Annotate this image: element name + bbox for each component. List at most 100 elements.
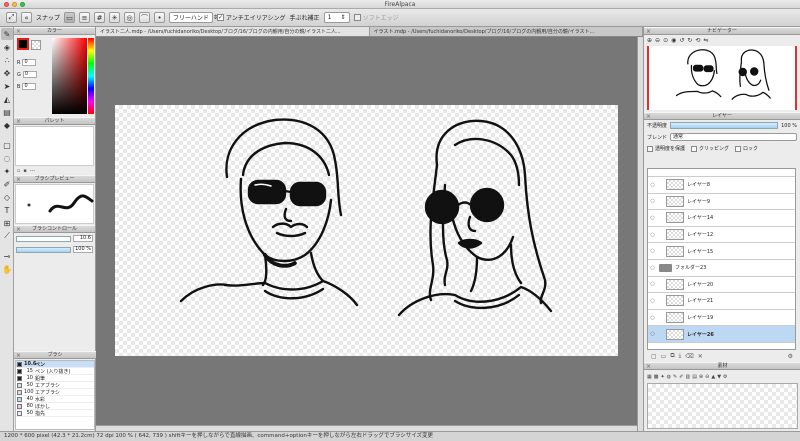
actual-size-icon[interactable]: ◉	[671, 37, 676, 44]
close-icon[interactable]: ×	[646, 113, 651, 120]
material-brush-icon[interactable]: ✎	[673, 374, 677, 380]
add-swatch-icon[interactable]: ▫	[17, 168, 20, 174]
gradient-tool-icon[interactable]: ▤	[1, 106, 13, 118]
r-input[interactable]: 0	[22, 59, 37, 66]
layer-row[interactable]: ○ レイヤー19	[648, 310, 795, 327]
zoom-window-button[interactable]	[20, 2, 25, 7]
material-shape-icon[interactable]: ◍	[667, 374, 671, 380]
visibility-eye-icon[interactable]: ○	[648, 215, 657, 221]
primary-color-swatch[interactable]	[17, 38, 29, 50]
clipping-option[interactable]: クリッピング	[691, 145, 729, 152]
snap-setting-button[interactable]: •	[154, 12, 166, 23]
material-edit-icon[interactable]: ✐	[679, 374, 683, 380]
brush-size-slider[interactable]	[16, 235, 71, 242]
brush-item[interactable]: 100 エアブラシ	[16, 389, 94, 396]
material-add-icon[interactable]: ⊕	[699, 374, 703, 380]
close-icon[interactable]: ×	[16, 226, 21, 233]
delete-swatch-icon[interactable]: ▪	[23, 168, 26, 174]
material-pattern-icon[interactable]: ▩	[654, 374, 659, 380]
close-icon[interactable]: ×	[16, 176, 21, 183]
visibility-eye-icon[interactable]: ○	[648, 281, 657, 287]
material-up-icon[interactable]: ▲	[711, 374, 715, 380]
frame-divide-tool-icon[interactable]: ⊞	[1, 217, 13, 229]
material-texture-icon[interactable]: ▥	[685, 374, 690, 380]
flip-icon[interactable]: ⇋	[703, 37, 708, 44]
layer-row[interactable]: ○ レイヤー21	[648, 293, 795, 310]
material-tone-icon[interactable]: ▦	[647, 374, 652, 380]
text-tool-icon[interactable]: T	[1, 204, 13, 216]
snap-cross-button[interactable]: #	[94, 12, 106, 23]
hue-slider[interactable]	[88, 38, 94, 114]
snap-parallel-button[interactable]: ≡	[79, 12, 91, 23]
layer-row[interactable]: ○ レイヤー12	[648, 227, 795, 244]
visibility-eye-icon[interactable]: ○	[648, 198, 657, 204]
document-tab-2[interactable]: イラスト.mdp - /Users/fuchidanoriko/Desktop/…	[370, 27, 643, 36]
brush-item[interactable]: 80 ぼかし	[16, 403, 94, 410]
secondary-color-swatch[interactable]	[31, 40, 41, 50]
clipping-checkbox[interactable]	[691, 145, 698, 152]
layer-properties-icon[interactable]: ⚙	[788, 353, 793, 360]
saturation-value-picker[interactable]	[52, 38, 87, 114]
visibility-eye-icon[interactable]: ○	[648, 315, 657, 321]
clear-layer-icon[interactable]: ⌫	[685, 353, 693, 360]
close-icon[interactable]: ×	[16, 118, 21, 125]
layer-row[interactable]: ○ レイヤー9	[648, 194, 795, 211]
visibility-eye-icon[interactable]: ○	[648, 331, 657, 337]
duplicate-layer-icon[interactable]: ⧉	[670, 352, 674, 360]
new-folder-icon[interactable]: ▭	[661, 353, 667, 360]
document-tab-1[interactable]: イラスト二人.mdp - /Users/fuchidanoriko/Deskto…	[96, 27, 370, 36]
brush-opacity-slider[interactable]	[16, 246, 71, 253]
select-tool-icon[interactable]: ➤	[1, 80, 13, 92]
antialias-toggle[interactable]: ✓ アンチエイリアシング	[217, 13, 286, 22]
hand-tool-icon[interactable]: ✋	[1, 263, 13, 275]
brush-opacity-value[interactable]: 100 %	[73, 246, 93, 253]
close-icon[interactable]: ×	[646, 28, 651, 35]
pen-tool-icon[interactable]: ✎	[1, 28, 13, 40]
rect-select-tool-icon[interactable]: ▢	[1, 139, 13, 151]
expand-icon[interactable]: ⤢	[6, 12, 17, 23]
dot-tool-icon[interactable]: ∴	[1, 54, 13, 66]
material-remove-icon[interactable]: ⊖	[705, 374, 709, 380]
snap-circle-button[interactable]: ◎	[124, 12, 136, 23]
eyedropper-tool-icon[interactable]: ⊸	[1, 250, 13, 262]
visibility-eye-icon[interactable]: ○	[648, 182, 657, 188]
visibility-eye-icon[interactable]: ○	[648, 248, 657, 254]
brush-item[interactable]: 15 ペン (入り抜き)	[16, 368, 94, 375]
close-window-button[interactable]	[4, 2, 9, 7]
bucket-tool-icon[interactable]: ◆	[1, 119, 13, 131]
soft-edge-checkbox[interactable]	[353, 14, 361, 21]
mode-select[interactable]: フリーハンド ⇕	[169, 12, 218, 23]
visibility-eye-icon[interactable]: ○	[648, 298, 657, 304]
minimize-window-button[interactable]	[12, 2, 17, 7]
move-tool-icon[interactable]: ✥	[1, 67, 13, 79]
brush-tool-icon[interactable]: ⟋	[1, 230, 13, 242]
brush-item[interactable]: 50 指先	[16, 410, 94, 417]
select-eraser-tool-icon[interactable]: ◇	[1, 191, 13, 203]
brush-item[interactable]: 40 水彩	[16, 396, 94, 403]
layer-row[interactable]	[648, 169, 795, 177]
delete-layer-icon[interactable]: ✕	[698, 353, 703, 360]
lasso-tool-icon[interactable]: ◌	[1, 152, 13, 164]
layer-row[interactable]: ○ レイヤー8	[648, 177, 795, 194]
antialias-checkbox[interactable]: ✓	[217, 14, 225, 21]
rotate-left-icon[interactable]: ↺	[679, 37, 684, 44]
material-down-icon[interactable]: ▼	[717, 374, 721, 380]
snap-radial-button[interactable]: ✳	[109, 12, 121, 23]
close-icon[interactable]: ×	[16, 28, 21, 35]
collapse-panels-icon[interactable]: «	[21, 12, 32, 23]
g-input[interactable]: 0	[22, 71, 37, 78]
material-star-icon[interactable]: ✦	[660, 374, 664, 380]
protect-alpha-checkbox[interactable]	[647, 145, 653, 152]
stabilizer-select[interactable]: 1 ⇕	[323, 12, 350, 23]
drawing-canvas[interactable]	[115, 105, 618, 356]
layer-row[interactable]: ○ レイヤー26	[648, 326, 795, 343]
merge-down-icon[interactable]: ⤓	[679, 352, 682, 360]
visibility-eye-icon[interactable]: ○	[648, 232, 657, 238]
navigator-preview[interactable]	[647, 46, 797, 110]
new-layer-icon[interactable]: ▢	[651, 353, 657, 360]
close-icon[interactable]: ×	[16, 352, 21, 359]
brush-size-value[interactable]: 10.6	[73, 235, 93, 242]
layer-row[interactable]: ○ レイヤー15	[648, 243, 795, 260]
zoom-in-icon[interactable]: ⊕	[647, 37, 652, 44]
snap-off-button[interactable]: ▭	[64, 12, 76, 23]
